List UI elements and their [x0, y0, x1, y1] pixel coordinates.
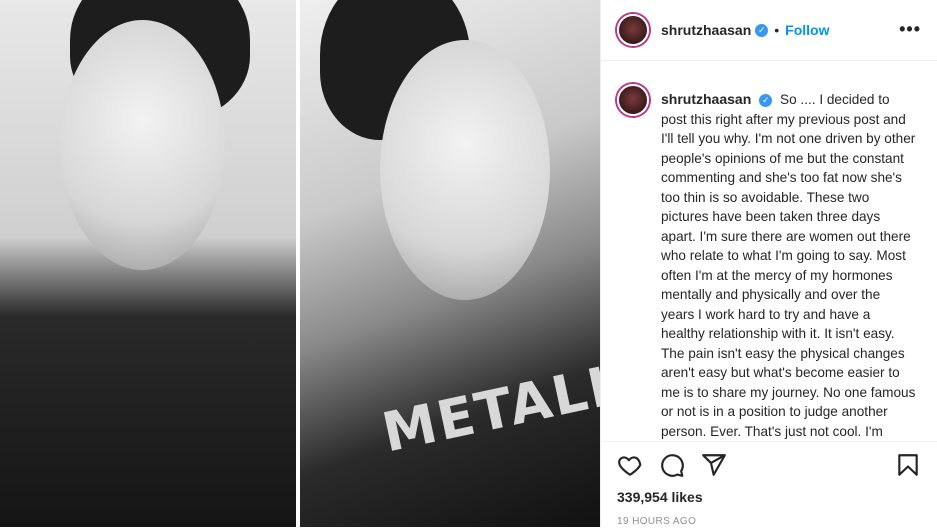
- photo-left-frame: [0, 0, 296, 527]
- caption-body: So .... I decided to post this right aft…: [661, 92, 916, 439]
- post-actions: 339,954 likes 19 HOURS AGO: [601, 441, 937, 528]
- post-header: shrutzhaasan ✓ • Follow •••: [601, 0, 937, 61]
- caption-text: shrutzhaasan ✓ So .... I decided to post …: [661, 90, 917, 440]
- post-photo[interactable]: METALLIC: [0, 0, 600, 527]
- avatar[interactable]: [617, 14, 649, 46]
- caption-avatar[interactable]: [617, 84, 649, 116]
- verified-badge-icon: ✓: [755, 23, 769, 37]
- share-icon[interactable]: [701, 452, 727, 478]
- face-right: [380, 40, 550, 300]
- post-side-panel: shrutzhaasan ✓ • Follow ••• shrutzhaasan…: [600, 0, 937, 527]
- post-timestamp[interactable]: 19 HOURS AGO: [617, 516, 696, 527]
- bookmark-icon[interactable]: [895, 452, 921, 478]
- likes-count[interactable]: 339,954 likes: [617, 489, 703, 505]
- action-icons: [617, 452, 921, 480]
- caption-area: shrutzhaasan ✓ So .... I decided to post …: [601, 76, 937, 440]
- heart-icon[interactable]: [617, 452, 643, 478]
- follow-button[interactable]: Follow: [785, 22, 829, 38]
- caption-verified-badge-icon: ✓: [759, 93, 773, 107]
- separator-dot: •: [774, 22, 780, 38]
- comment-icon[interactable]: [659, 452, 685, 478]
- more-options-icon[interactable]: •••: [899, 19, 921, 40]
- header-username[interactable]: shrutzhaasan: [661, 22, 751, 38]
- caption-username[interactable]: shrutzhaasan: [661, 91, 751, 107]
- face-left: [60, 20, 225, 270]
